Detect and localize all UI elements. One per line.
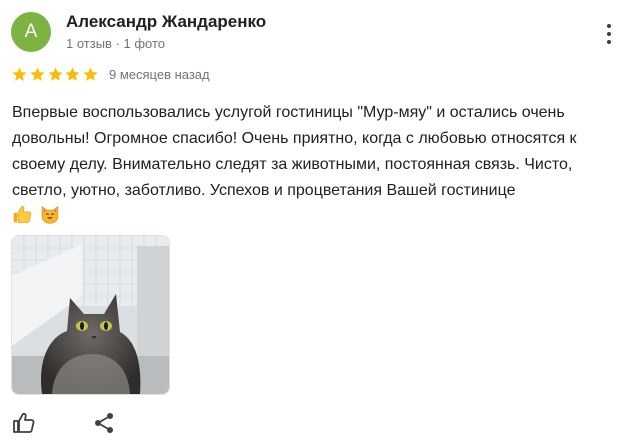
smiling-cat-emoji — [39, 204, 61, 234]
author-name[interactable]: Александр Жандаренко — [66, 12, 266, 32]
review-date: 9 месяцев назад — [108, 67, 210, 82]
star-icon — [65, 67, 80, 81]
review-text: Впервые воспользовались услугой гостиниц… — [12, 104, 577, 199]
star-icon — [12, 67, 27, 81]
avatar[interactable]: А — [11, 12, 51, 52]
like-button[interactable] — [12, 411, 36, 440]
review-photo[interactable] — [11, 235, 170, 395]
star-icon — [48, 67, 63, 81]
star-icon — [30, 67, 45, 81]
share-icon — [95, 413, 113, 433]
thumbs-up-icon — [13, 412, 35, 433]
star-icon — [83, 67, 98, 81]
more-options-button[interactable] — [598, 20, 620, 48]
share-button[interactable] — [92, 411, 116, 440]
thumbs-up-emoji — [12, 204, 33, 234]
review-actions — [0, 408, 637, 448]
cat-photo-image — [12, 236, 169, 394]
review-text-block: Впервые воспользовались услугой гостиниц… — [12, 100, 627, 234]
star-rating: 9 месяцев назад — [11, 66, 210, 83]
author-meta: 1 отзыв · 1 фото — [66, 36, 166, 51]
more-vert-icon — [607, 24, 611, 28]
